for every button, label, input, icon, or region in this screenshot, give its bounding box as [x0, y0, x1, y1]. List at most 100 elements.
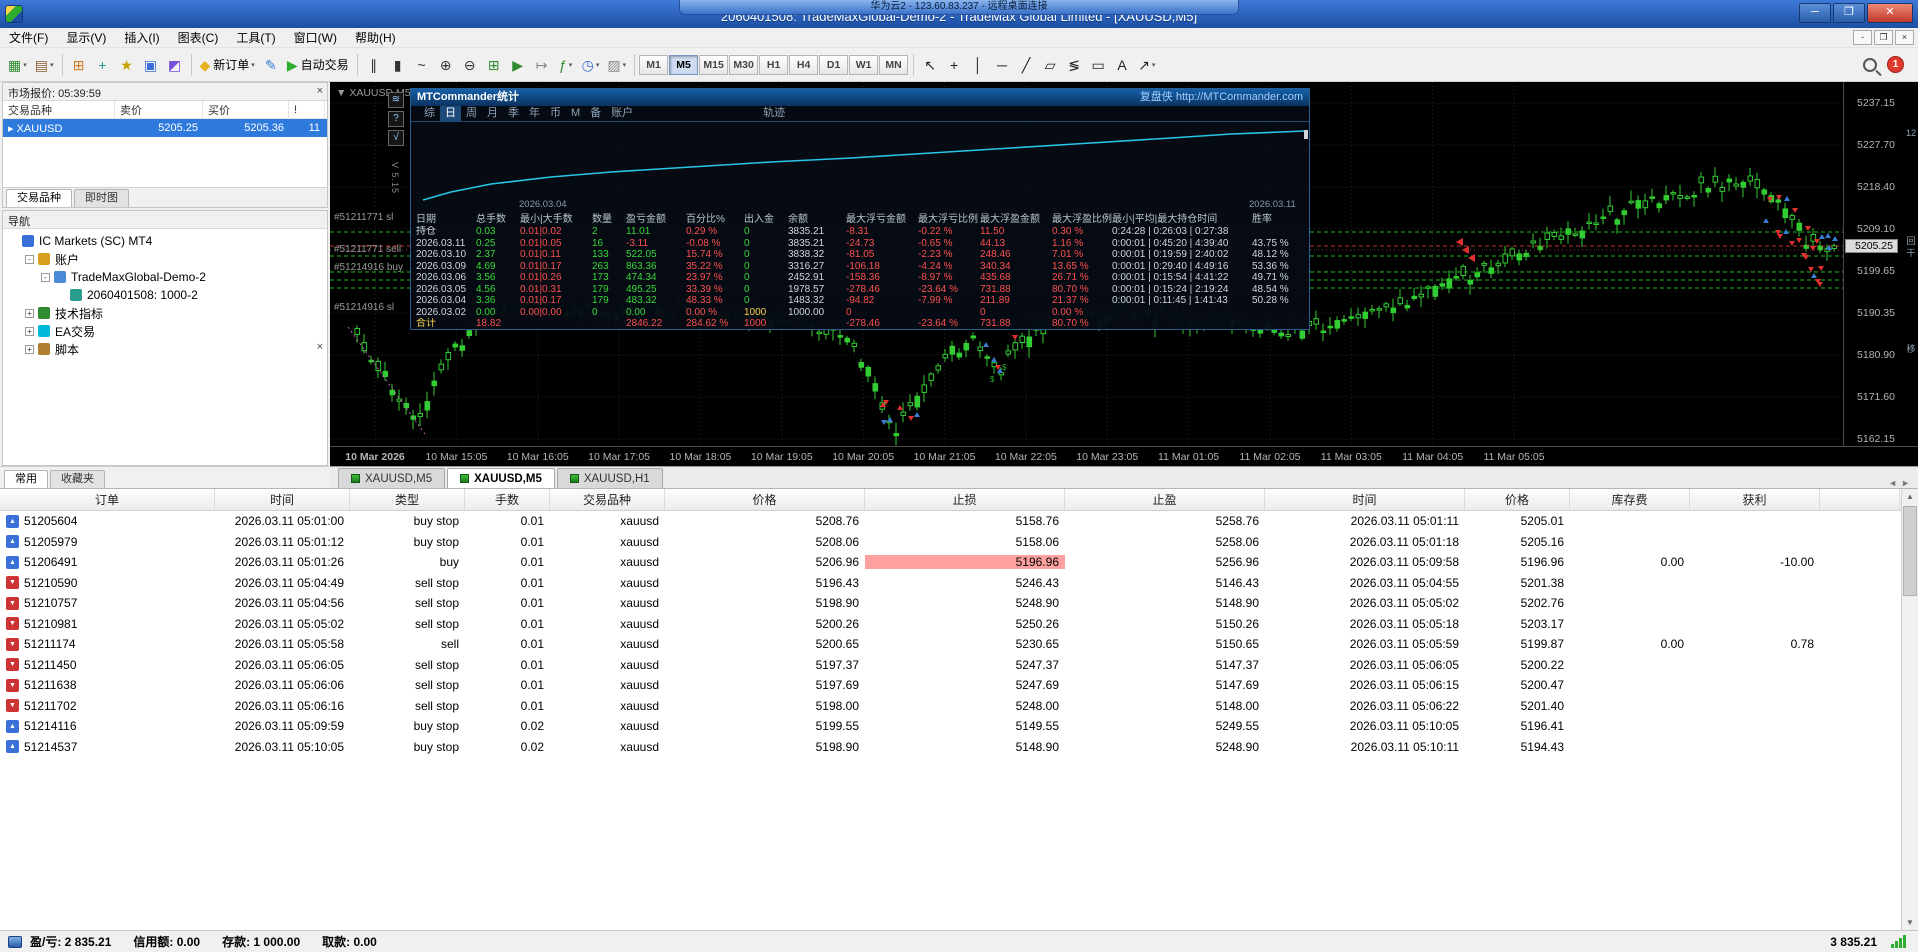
- order-row[interactable]: ▲ 51205604 2026.03.11 05:01:00 buy stop 0.01…: [0, 511, 1918, 532]
- side-strip-label[interactable]: 12: [1904, 128, 1918, 138]
- timeframe-m30-button[interactable]: M30: [729, 54, 759, 75]
- expand-icon[interactable]: +: [25, 344, 34, 354]
- orders-column-3[interactable]: 类型: [350, 489, 465, 510]
- crosshair-tool[interactable]: +: [942, 53, 966, 77]
- fibonacci-tool[interactable]: ≶: [1062, 53, 1086, 77]
- orders-column-8[interactable]: 止盈: [1065, 489, 1265, 510]
- chart-shift-button[interactable]: ↦: [530, 53, 554, 77]
- stats-tab-季[interactable]: 季: [503, 106, 524, 121]
- price-scale[interactable]: 5237.15 5227.70 5218.40 5209.10 5199.65 5190.…: [1843, 82, 1903, 446]
- shapes-tool[interactable]: ▭: [1086, 53, 1110, 77]
- order-row[interactable]: ▼ 51211702 2026.03.11 05:06:16 sell stop 0.0…: [0, 696, 1918, 717]
- market-watch-row[interactable]: ▸ XAUUSD 5205.25 5205.36 11: [3, 119, 327, 137]
- order-row[interactable]: ▼ 51211450 2026.03.11 05:06:05 sell stop 0.0…: [0, 655, 1918, 676]
- channel-tool[interactable]: ▱: [1038, 53, 1062, 77]
- mtcommander-site-link[interactable]: 复盘侠 http://MTCommander.com: [1140, 89, 1303, 106]
- mdi-restore-button[interactable]: ❐: [1874, 30, 1893, 45]
- orders-column-7[interactable]: 止损: [865, 489, 1065, 510]
- close-icon[interactable]: ×: [317, 85, 323, 97]
- timeframe-mn-button[interactable]: MN: [879, 54, 909, 75]
- collapse-icon[interactable]: -: [25, 254, 34, 264]
- trendline-tool[interactable]: ╱: [1014, 53, 1038, 77]
- side-strip-label[interactable]: 干: [1904, 246, 1918, 259]
- stats-tab-M[interactable]: M: [566, 106, 585, 121]
- expand-icon[interactable]: +: [25, 326, 34, 336]
- orders-column-10[interactable]: 价格: [1465, 489, 1570, 510]
- chart-tab-3[interactable]: XAUUSD,H1: [556, 468, 663, 488]
- menu-item-5[interactable]: 工具(T): [227, 28, 284, 48]
- orders-column-9[interactable]: 时间: [1265, 489, 1465, 510]
- arrows-tool[interactable]: ↗ ▾: [1134, 53, 1159, 77]
- navigator-toggle[interactable]: ★: [115, 53, 139, 77]
- menu-item-3[interactable]: 插入(I): [115, 28, 168, 48]
- tree-item[interactable]: IC Markets (SC) MT4: [3, 232, 327, 250]
- mw-column-1[interactable]: 交易品种: [3, 101, 115, 118]
- mtcommander-button-1[interactable]: ≋: [388, 92, 404, 108]
- tile-windows-button[interactable]: ⊞: [482, 53, 506, 77]
- tab-scroll-right-icon[interactable]: ►: [1901, 478, 1910, 488]
- order-row[interactable]: ▼ 51210981 2026.03.11 05:05:02 sell stop 0.0…: [0, 614, 1918, 635]
- orders-column-2[interactable]: 时间: [215, 489, 350, 510]
- tree-item[interactable]: + 技术指标: [3, 304, 327, 322]
- rdp-connection-bar[interactable]: 华为云2 - 123.60.83.237 - 远程桌面连接: [679, 0, 1239, 15]
- market-watch-tab-交易品种[interactable]: 交易品种: [6, 189, 72, 207]
- tree-item[interactable]: 2060401508: 1000-2: [3, 286, 327, 304]
- search-icon[interactable]: [1863, 57, 1877, 72]
- menu-item-4[interactable]: 图表(C): [169, 28, 228, 48]
- candle-chart-button[interactable]: ▮: [386, 53, 410, 77]
- orders-scrollbar[interactable]: ▲ ▼: [1901, 489, 1918, 931]
- notification-badge[interactable]: 1: [1887, 56, 1904, 73]
- stats-tab-综[interactable]: 综: [419, 106, 440, 121]
- mdi-minimize-button[interactable]: -: [1853, 30, 1872, 45]
- profiles-button[interactable]: ▤ ▾: [31, 53, 58, 77]
- order-row[interactable]: ▼ 51210757 2026.03.11 05:04:56 sell stop 0.0…: [0, 593, 1918, 614]
- expand-icon[interactable]: +: [25, 308, 34, 318]
- mtcommander-panel[interactable]: MTCommander统计 复盘侠 http://MTCommander.com…: [410, 88, 1310, 330]
- close-button[interactable]: ✕: [1867, 3, 1913, 23]
- chart-tab-1[interactable]: XAUUSD,M5: [338, 468, 446, 488]
- new-chart-button[interactable]: ▦ ▾: [4, 53, 31, 77]
- zoom-in-button[interactable]: ⊕: [434, 53, 458, 77]
- stats-tab-轨迹[interactable]: 轨迹: [758, 106, 790, 121]
- orders-column-6[interactable]: 价格: [665, 489, 865, 510]
- menu-item-1[interactable]: 文件(F): [0, 28, 57, 48]
- indicators-button[interactable]: ƒ ▾: [554, 53, 578, 77]
- auto-scroll-button[interactable]: ▶: [506, 53, 530, 77]
- zoom-out-button[interactable]: ⊖: [458, 53, 482, 77]
- bar-chart-button[interactable]: ∥: [362, 53, 386, 77]
- order-row[interactable]: ▲ 51214537 2026.03.11 05:10:05 buy stop 0.02…: [0, 737, 1918, 758]
- mtcommander-button-3[interactable]: √: [388, 130, 404, 146]
- stats-tab-月[interactable]: 月: [482, 106, 503, 121]
- text-tool[interactable]: A: [1110, 53, 1134, 77]
- orders-column-11[interactable]: 库存费: [1570, 489, 1690, 510]
- vertical-line-tool[interactable]: │: [966, 53, 990, 77]
- mw-column-2[interactable]: 卖价: [115, 101, 203, 118]
- timeframe-m5-button[interactable]: M5: [669, 54, 699, 75]
- navigator-tab-常用[interactable]: 常用: [4, 470, 48, 488]
- timeframe-m15-button[interactable]: M15: [699, 54, 729, 75]
- collapse-icon[interactable]: -: [41, 272, 50, 282]
- scroll-up-icon[interactable]: ▲: [1902, 489, 1918, 505]
- timeframe-w1-button[interactable]: W1: [849, 54, 879, 75]
- navigator-tab-收藏夹[interactable]: 收藏夹: [50, 470, 105, 488]
- strategy-tester-toggle[interactable]: ◩: [163, 53, 187, 77]
- stats-tab-年[interactable]: 年: [524, 106, 545, 121]
- periods-button[interactable]: ◷ ▾: [578, 53, 604, 77]
- orders-column-12[interactable]: 获利: [1690, 489, 1820, 510]
- panel-resize-handle[interactable]: [1304, 130, 1308, 139]
- autotrading-button[interactable]: ▶ 自动交易: [283, 53, 353, 77]
- order-row[interactable]: ▲ 51214116 2026.03.11 05:09:59 buy stop 0.02…: [0, 716, 1918, 737]
- orders-column-4[interactable]: 手数: [465, 489, 550, 510]
- market-watch-tab-即时图[interactable]: 即时图: [74, 189, 129, 207]
- mw-column-4[interactable]: !: [289, 101, 325, 118]
- tree-item[interactable]: + 脚本: [3, 340, 327, 358]
- timeframe-m1-button[interactable]: M1: [639, 54, 669, 75]
- timeframe-h4-button[interactable]: H4: [789, 54, 819, 75]
- chart-tab-2[interactable]: XAUUSD,M5: [447, 468, 555, 488]
- time-axis[interactable]: 10 Mar 2026 10 Mar 15:05 10 Mar 16:05 10 Ma…: [330, 446, 1918, 466]
- side-strip-label[interactable]: 移: [1904, 342, 1918, 355]
- close-icon[interactable]: ×: [317, 341, 323, 353]
- order-row[interactable]: ▼ 51211174 2026.03.11 05:05:58 sell 0.01 xauu…: [0, 634, 1918, 655]
- timeframe-h1-button[interactable]: H1: [759, 54, 789, 75]
- menu-item-7[interactable]: 帮助(H): [346, 28, 405, 48]
